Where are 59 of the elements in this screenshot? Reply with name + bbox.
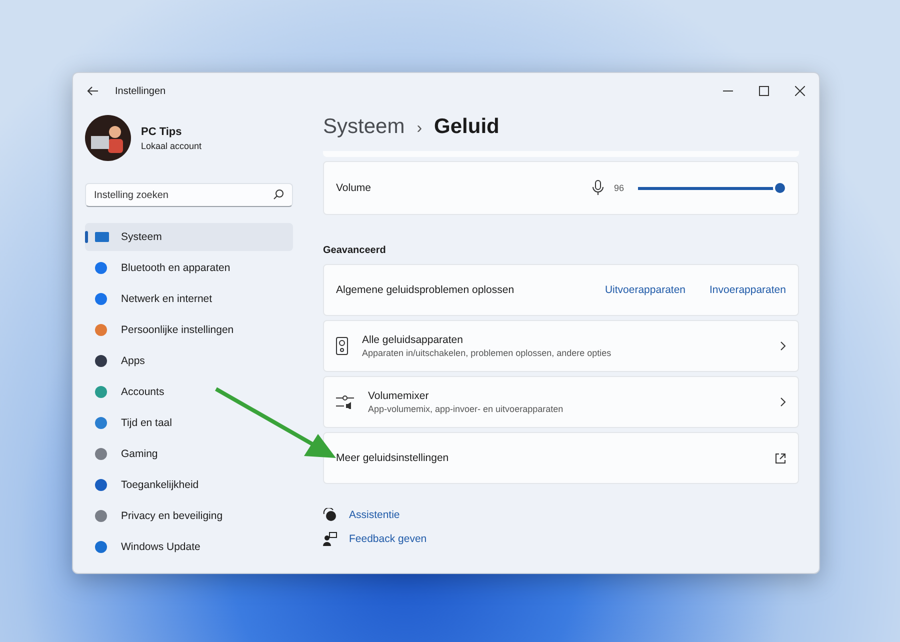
nav-icon (95, 355, 109, 367)
slider-thumb[interactable] (775, 183, 786, 193)
card-title: Volumemixer (368, 390, 430, 402)
sidebar-item[interactable]: Apps (85, 347, 293, 375)
sidebar-item[interactable]: Persoonlijke instellingen (85, 316, 293, 344)
sidebar-item[interactable]: Accounts (85, 378, 293, 406)
settings-card[interactable]: Alle geluidsapparaten Apparaten in/uitschakelen, problemen oplossen, andere opties (323, 320, 799, 372)
settings-card[interactable]: Meer geluidsinstellingen (323, 432, 799, 484)
nav-icon (95, 479, 109, 491)
nav-icon (95, 262, 109, 274)
external-link-icon (775, 452, 786, 464)
nav-icon (95, 541, 109, 553)
chevron-right-icon (780, 397, 786, 407)
breadcrumb-parent[interactable]: Systeem (323, 115, 405, 139)
card-subtitle: App-volumemix, app-invoer- en uitvoerapparaten (368, 404, 564, 414)
troubleshoot-label: Algemene geluidsproblemen oplossen (336, 284, 514, 296)
section-heading: Geavanceerd (323, 245, 387, 256)
sidebar-item[interactable]: Systeem (85, 223, 293, 251)
sidebar-item[interactable]: Toegankelijkheid (85, 471, 293, 499)
settings-card[interactable]: Volumemixer App-volumemix, app-invoer- en uitvoerapparaten (323, 376, 799, 428)
search-icon (273, 189, 284, 200)
nav-icon (95, 417, 109, 429)
nav-icon (95, 448, 109, 460)
close-icon[interactable] (795, 86, 805, 96)
nav-icon (95, 324, 109, 336)
footer-link[interactable]: Assistentie (349, 509, 400, 521)
window-title: Instellingen (115, 86, 166, 96)
sidebar-item[interactable]: Tijd en taal (85, 409, 293, 437)
speaker-icon (336, 337, 348, 355)
sidebar-item[interactable]: Gaming (85, 440, 293, 468)
nav-icon (95, 510, 109, 522)
breadcrumb-separator: › (416, 120, 422, 138)
card-title: Alle geluidsapparaten (362, 334, 464, 346)
troubleshoot-link[interactable]: Invoerapparaten (710, 284, 786, 296)
account-type: Lokaal account (141, 140, 202, 150)
maximize-icon[interactable] (759, 86, 769, 96)
sidebar-item[interactable]: Privacy en beveiliging (85, 502, 293, 530)
volume-label: Volume (336, 182, 372, 194)
card-title: Meer geluidsinstellingen (336, 452, 449, 464)
feedback-icon (323, 532, 337, 546)
page-title: Geluid (434, 115, 500, 139)
avatar-icon (85, 115, 131, 161)
card-subtitle: Apparaten in/uitschakelen, problemen oplossen, andere opties (362, 348, 612, 358)
microphone-icon (592, 180, 604, 196)
search-field[interactable]: Instelling zoeken (85, 183, 293, 207)
sidebar-item[interactable]: Windows Update (85, 533, 293, 561)
profile-name: PC Tips (141, 126, 183, 138)
help-icon (323, 508, 337, 522)
nav-icon (95, 386, 109, 398)
mixer-icon (336, 395, 354, 409)
sidebar-item[interactable]: Netwerk en internet (85, 285, 293, 313)
volume-reading: 96 (614, 183, 624, 193)
chevron-right-icon (780, 341, 786, 351)
troubleshoot-link[interactable]: Uitvoerapparaten (604, 284, 686, 296)
sidebar-item[interactable]: Bluetooth en apparaten (85, 254, 293, 282)
footer-link[interactable]: Feedback geven (349, 533, 427, 545)
monitor-icon (95, 232, 109, 242)
nav-icon (95, 293, 109, 305)
back-arrow-icon[interactable] (87, 86, 99, 96)
